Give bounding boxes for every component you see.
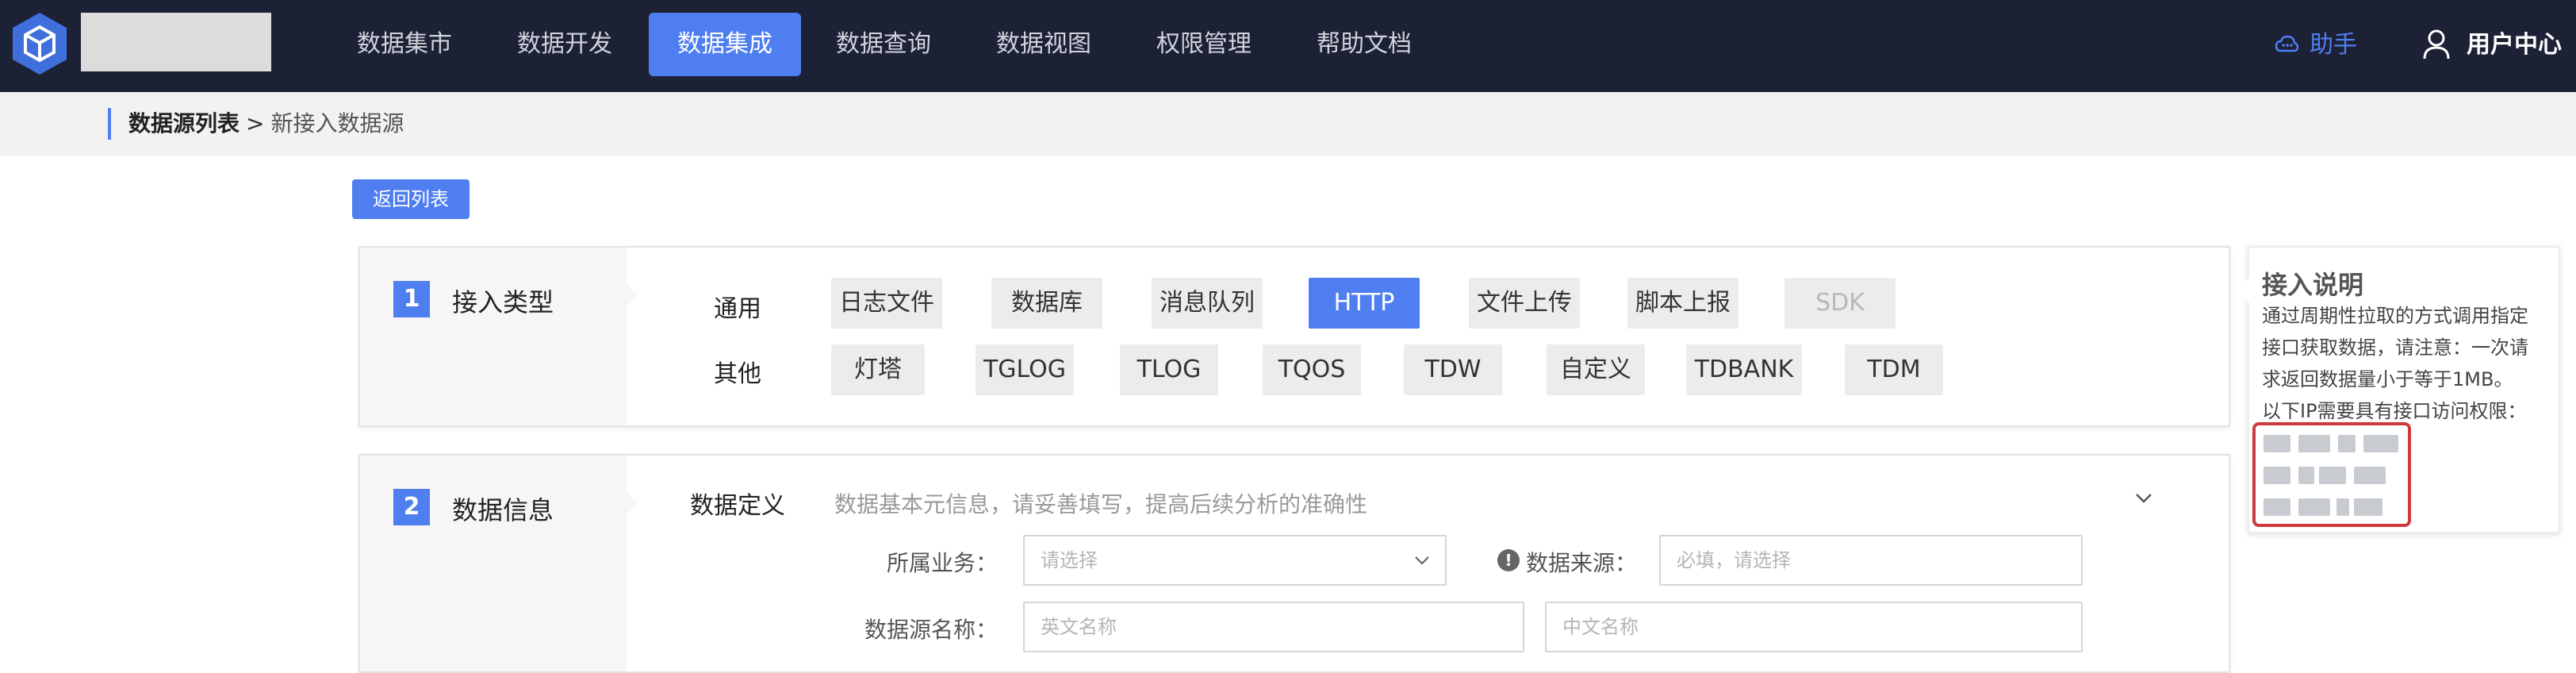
access-type-card: 1 接入类型 通用 日志文件 数据库 消息队列 HTTP 文件上传 脚本上报 S… [358, 246, 2230, 427]
type-tglog[interactable]: TGLOG [976, 344, 1074, 395]
type-log-file[interactable]: 日志文件 [831, 278, 942, 329]
logo-icon[interactable] [10, 11, 70, 76]
assistant-label: 助手 [2310, 31, 2357, 59]
data-source-placeholder: 必填，请选择 [1677, 549, 1791, 571]
business-select[interactable]: 请选择 [1023, 535, 1447, 586]
required-warning-icon: ! [1497, 549, 1520, 571]
type-script-report[interactable]: 脚本上报 [1627, 278, 1738, 329]
tip-line: 求返回数据量小于等于1MB。 [2262, 368, 2513, 390]
business-label: 所属业务： [887, 550, 999, 576]
nav-item-data-market[interactable]: 数据集市 [343, 13, 466, 76]
business-placeholder: 请选择 [1041, 549, 1098, 571]
type-tdw[interactable]: TDW [1404, 344, 1502, 395]
nav-item-data-query[interactable]: 数据查询 [822, 13, 945, 76]
tip-body: 通过周期性拉取的方式调用指定 接口获取数据，请注意：一次请 求返回数据量小于等于… [2262, 300, 2555, 427]
data-info-sidebar: 2 数据信息 [360, 456, 638, 671]
breadcrumb-current: 新接入数据源 [270, 110, 404, 137]
back-to-list-button[interactable]: 返回列表 [352, 179, 470, 219]
tip-line: 通过周期性拉取的方式调用指定 [2262, 305, 2528, 327]
name-cn-input[interactable]: 中文名称 [1545, 602, 2083, 652]
data-source-select[interactable]: 必填，请选择 [1659, 535, 2083, 586]
user-center-label: 用户中心 [2467, 31, 2562, 59]
type-message-queue[interactable]: 消息队列 [1152, 278, 1263, 329]
ip-list-highlight [2252, 422, 2411, 527]
type-sdk[interactable]: SDK [1784, 278, 1896, 329]
step-number-2: 2 [393, 489, 430, 525]
other-label: 其他 [714, 360, 761, 388]
nav-item-permission[interactable]: 权限管理 [1142, 13, 1266, 76]
step-title-access-type: 接入类型 [452, 287, 554, 317]
type-tqos[interactable]: TQOS [1263, 344, 1361, 395]
type-lighthouse[interactable]: 灯塔 [831, 344, 925, 395]
type-tdbank[interactable]: TDBANK [1686, 344, 1802, 395]
breadcrumb-separator: > [246, 110, 265, 137]
general-label: 通用 [714, 295, 761, 323]
product-logo-placeholder [81, 13, 271, 71]
access-instructions-panel: 接入说明 通过周期性拉取的方式调用指定 接口获取数据，请注意：一次请 求返回数据… [2237, 246, 2560, 533]
type-database[interactable]: 数据库 [991, 278, 1102, 329]
type-tdm[interactable]: TDM [1845, 344, 1943, 395]
breadcrumb-parent[interactable]: 数据源列表 [128, 110, 240, 137]
step-title-data-info: 数据信息 [452, 495, 554, 525]
access-type-sidebar: 1 接入类型 [360, 248, 638, 425]
chevron-down-icon[interactable] [2133, 490, 2154, 506]
user-icon [2423, 29, 2450, 60]
data-definition-hint: 数据基本元信息，请妥善填写，提高后续分析的准确性 [834, 491, 1368, 517]
data-info-card: 2 数据信息 数据定义 数据基本元信息，请妥善填写，提高后续分析的准确性 所属业… [358, 454, 2230, 673]
top-nav-bar: 数据集市 数据开发 数据集成 数据查询 数据视图 权限管理 帮助文档 助手 用户… [0, 0, 2576, 92]
data-source-label: 数据来源： [1526, 550, 1638, 576]
type-custom[interactable]: 自定义 [1547, 344, 1645, 395]
tip-line: 接口获取数据，请注意：一次请 [2262, 336, 2528, 359]
name-cn-placeholder: 中文名称 [1562, 616, 1639, 638]
breadcrumb: 数据源列表 > 新接入数据源 [0, 92, 2576, 156]
data-definition-label: 数据定义 [690, 492, 785, 520]
step-number-1: 1 [393, 281, 430, 317]
chevron-down-icon [1415, 556, 1429, 565]
datasource-name-label: 数据源名称： [864, 617, 999, 643]
name-en-input[interactable]: 英文名称 [1023, 602, 1524, 652]
type-http[interactable]: HTTP [1309, 278, 1420, 329]
type-tlog[interactable]: TLOG [1120, 344, 1218, 395]
tip-title: 接入说明 [2262, 270, 2364, 300]
breadcrumb-accent-bar [108, 108, 111, 140]
nav-item-help-docs[interactable]: 帮助文档 [1302, 13, 1426, 76]
nav-item-data-dev[interactable]: 数据开发 [503, 13, 627, 76]
type-file-upload[interactable]: 文件上传 [1469, 278, 1580, 329]
cloud-chat-icon [2275, 35, 2298, 52]
nav-item-data-integration[interactable]: 数据集成 [649, 13, 801, 76]
nav-item-data-view[interactable]: 数据视图 [982, 13, 1106, 76]
name-en-placeholder: 英文名称 [1041, 616, 1117, 638]
